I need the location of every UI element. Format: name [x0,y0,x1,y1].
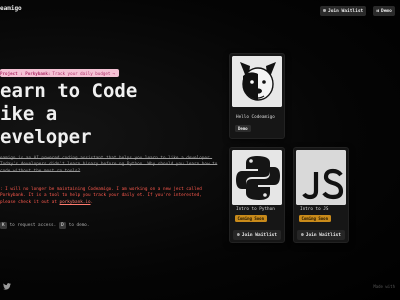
coming-soon-badge: Coming Soon [235,215,267,222]
notice-text: : I will no longer be maintaining Codeam… [0,187,202,205]
banner-project-label: Project : Porkybank: [0,70,51,76]
header-join-waitlist-button[interactable]: ⊕ Join Waitlist [320,6,367,16]
card-title: Hello Codeamigo [236,115,275,120]
plus-circle-icon: ⊕ [301,232,304,238]
notice-end: . [90,199,94,205]
header-demo-button[interactable]: ⇉ Demo [373,6,395,16]
card-title: Intro to JS [300,207,329,212]
play-icon: ⇉ [376,8,380,14]
python-icon [232,150,282,205]
hero-headline: earn to Code ike a eveloper [0,80,200,149]
plus-circle-icon: ⊕ [323,8,327,14]
card-join-waitlist-button[interactable]: ⊕ Join Waitlist [297,230,345,240]
shortcut-demo-text: to demo. [68,223,90,228]
plus-circle-icon: ⊕ [237,232,240,238]
card-demo-badge[interactable]: Demo [235,125,251,132]
porkybank-link[interactable]: porkybank.io [60,200,91,205]
card-join-waitlist-label: Join Waitlist [241,232,277,238]
shortcut-key-d: D [59,222,66,229]
js-icon [296,150,346,205]
course-card-hello-codeamigo[interactable]: Hello Codeamigo Demo [229,53,285,139]
header-demo-label: Demo [381,8,392,14]
app-logo[interactable]: eamigo [0,5,22,12]
card-join-waitlist-label: Join Waitlist [305,232,341,238]
header-join-waitlist-label: Join Waitlist [328,8,364,14]
coming-soon-badge: Coming Soon [299,215,331,222]
shortcut-key-k: K [0,222,7,229]
dog-icon [232,56,282,107]
banner-tagline: Track your daily budget [52,70,111,76]
maintenance-notice: : I will no longer be maintaining Codeam… [0,187,218,206]
twitter-icon[interactable] [3,283,11,292]
card-join-waitlist-button[interactable]: ⊕ Join Waitlist [233,230,281,240]
headline-line-3: eveloper [0,126,92,148]
keyboard-shortcuts: K to request access. D to demo. [0,222,89,229]
footer-made-with: Made with [373,284,395,289]
course-card-intro-python[interactable]: Intro to Python Coming Soon ⊕ Join Waitl… [229,147,285,243]
project-banner[interactable]: Project : Porkybank: Track your daily bu… [0,69,119,77]
arrow-right-icon: → [112,70,115,76]
headline-line-1: earn to Code [0,80,138,102]
headline-line-2: ike a [0,103,58,125]
hero-description: eamigo is an AI powered coding assistant… [0,156,218,174]
card-title: Intro to Python [236,207,275,212]
shortcut-request-text: to request access. [9,223,57,228]
course-card-intro-js[interactable]: Intro to JS Coming Soon ⊕ Join Waitlist [293,147,349,243]
